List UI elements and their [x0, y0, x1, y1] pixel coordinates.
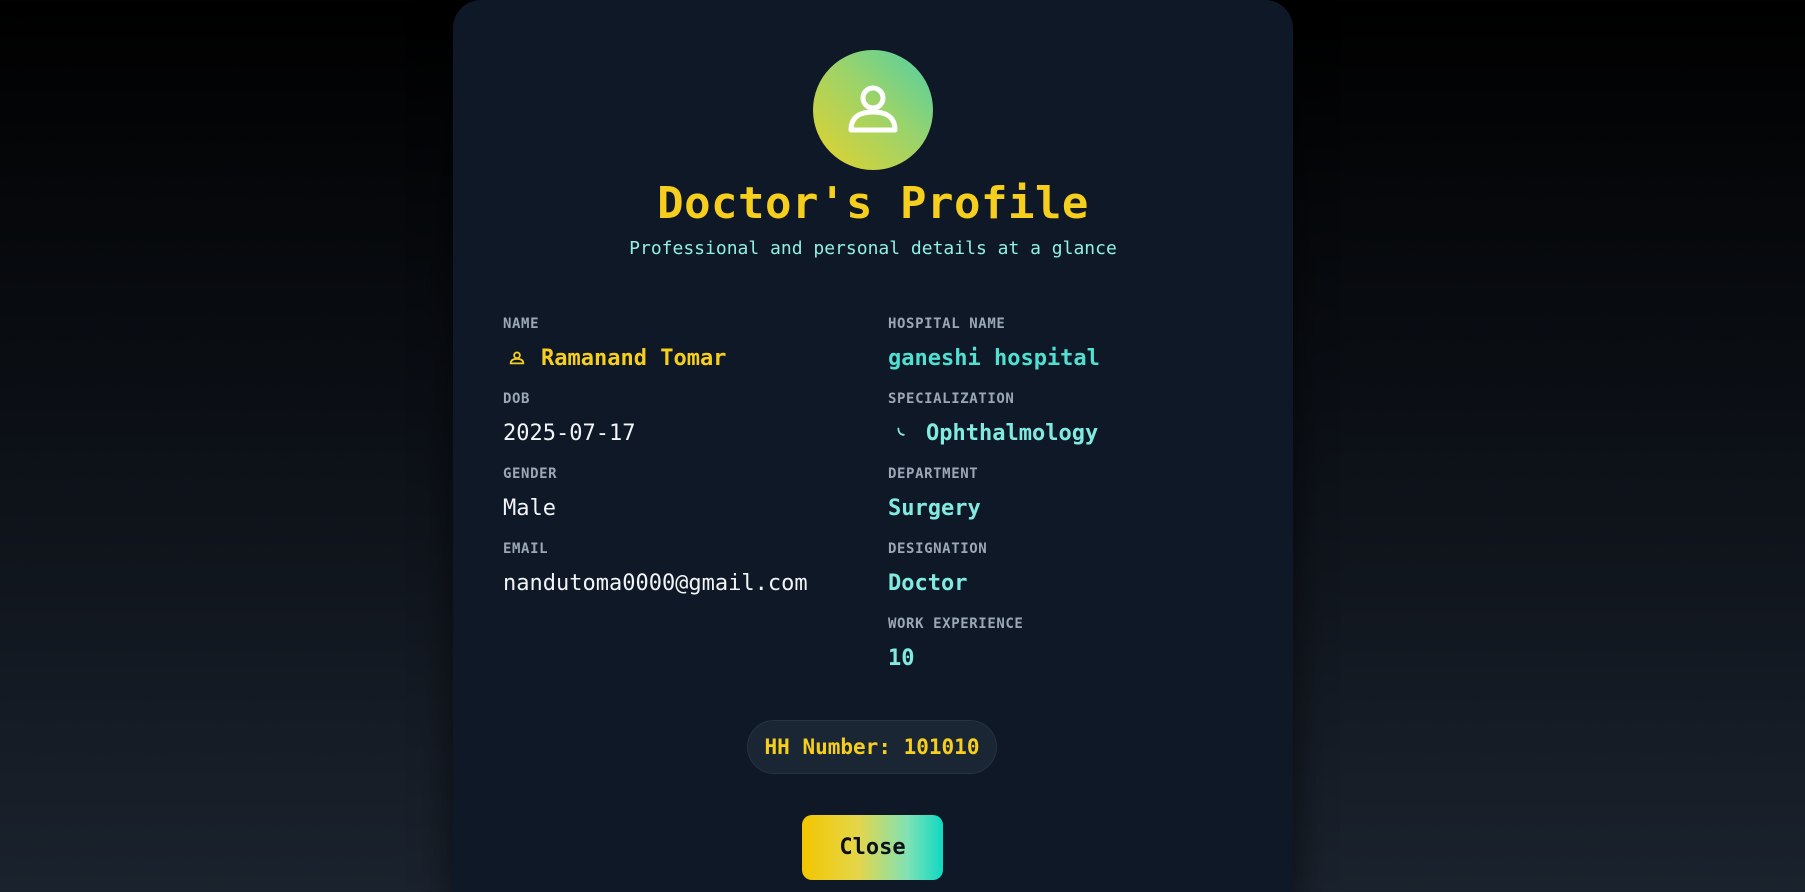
page-title: Doctor's Profile [657, 178, 1089, 229]
hospital-name-label: HOSPITAL NAME [888, 316, 1006, 332]
dob-field: DOB 2025-07-17 [503, 391, 873, 466]
specialization-value-row: Ophthalmology [888, 413, 1258, 453]
name-field: NAME Ramanand Tomar [503, 316, 873, 391]
dob-value: 2025-07-17 [503, 420, 636, 446]
hospital-name-value: ganeshi hospital [888, 345, 1100, 371]
gender-field: GENDER Male [503, 466, 873, 541]
department-value: Surgery [888, 495, 981, 521]
department-label: DEPARTMENT [888, 466, 979, 482]
designation-value: Doctor [888, 570, 968, 596]
work-experience-value: 10 [888, 645, 915, 671]
specialization-field: SPECIALIZATION Ophthalmology [888, 391, 1258, 466]
designation-field: DESIGNATION Doctor [888, 541, 1258, 616]
email-value: nandutoma0000@gmail.com [503, 570, 808, 596]
user-icon [848, 85, 898, 133]
name-value: Ramanand Tomar [541, 345, 727, 371]
dob-label: DOB [503, 391, 531, 407]
specialization-value: Ophthalmology [926, 420, 1099, 446]
close-button[interactable]: Close [802, 815, 943, 880]
stethoscope-icon [892, 423, 912, 443]
user-icon [507, 348, 527, 368]
hospital-name-field: HOSPITAL NAME ganeshi hospital [888, 316, 1258, 391]
department-field: DEPARTMENT Surgery [888, 466, 1258, 541]
hh-number-badge: HH Number: 101010 [747, 720, 997, 774]
name-value-row: Ramanand Tomar [503, 338, 873, 378]
page-subtitle: Professional and personal details at a g… [629, 238, 1117, 259]
work-experience-field: WORK EXPERIENCE 10 [888, 616, 1258, 691]
gender-label: GENDER [503, 466, 558, 482]
avatar [813, 50, 933, 170]
email-label: EMAIL [503, 541, 549, 557]
email-field: EMAIL nandutoma0000@gmail.com [503, 541, 873, 616]
personal-details-column: NAME Ramanand Tomar DOB 2025-07-17 GENDE… [503, 316, 873, 616]
designation-label: DESIGNATION [888, 541, 988, 557]
professional-details-column: HOSPITAL NAME ganeshi hospital SPECIALIZ… [888, 316, 1258, 691]
work-experience-label: WORK EXPERIENCE [888, 616, 1024, 632]
specialization-label: SPECIALIZATION [888, 391, 1015, 407]
doctor-profile-card: Doctor's Profile Professional and person… [453, 0, 1293, 892]
name-label: NAME [503, 316, 540, 332]
gender-value: Male [503, 495, 556, 521]
